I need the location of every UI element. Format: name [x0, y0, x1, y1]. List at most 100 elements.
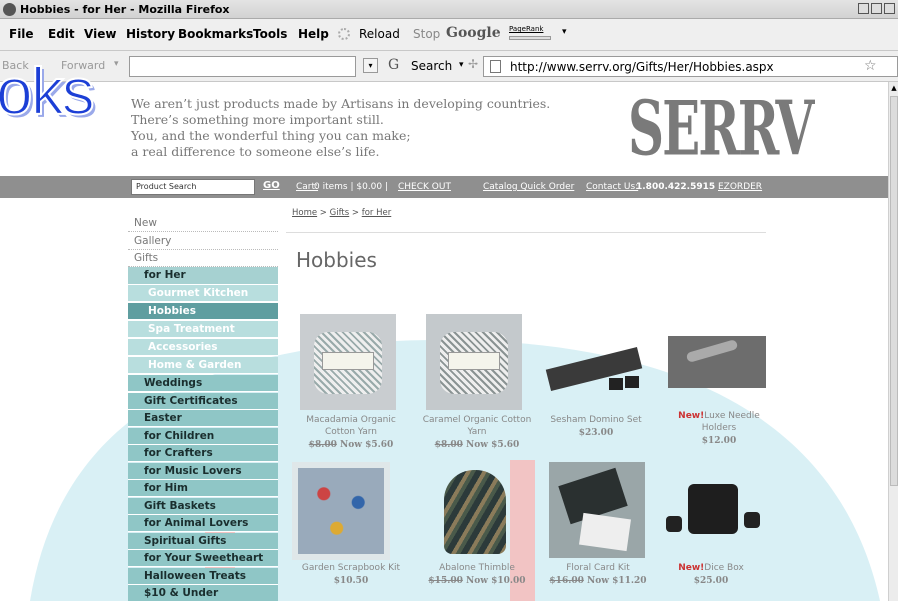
overlay-text: oks — [0, 54, 96, 128]
needle-holder-image[interactable] — [668, 336, 766, 388]
old-price: $15.00 — [428, 576, 463, 586]
sale-price: Now $5.60 — [340, 440, 394, 450]
sidebar-item-for-her[interactable]: for Her — [128, 267, 278, 284]
scrapbook-image[interactable] — [292, 462, 390, 560]
page-viewport: We aren’t just products made by Artisans… — [0, 82, 888, 601]
menu-bar: File Edit View History Bookmarks Tools H… — [0, 19, 898, 51]
sidebar-item-for-music-lovers[interactable]: for Music Lovers — [128, 463, 278, 480]
old-price: $8.00 — [308, 440, 337, 450]
new-badge: New! — [678, 411, 705, 421]
dice-box-image[interactable] — [666, 480, 762, 550]
sale-price: Now $10.00 — [466, 576, 526, 586]
sidebar-item-spa-treatment[interactable]: Spa Treatment — [128, 321, 278, 338]
scrollbar-thumb[interactable] — [890, 96, 898, 486]
menu-view[interactable]: View — [84, 27, 116, 41]
card-kit-image[interactable] — [549, 462, 645, 558]
breadcrumb-separator: > — [317, 208, 330, 218]
chevron-down-icon[interactable]: ▾ — [459, 60, 464, 70]
sidebar-item-gift-certificates[interactable]: Gift Certificates — [128, 393, 278, 410]
go-button[interactable]: GO — [263, 180, 280, 191]
minimize-icon[interactable] — [858, 3, 869, 14]
breadcrumb-gifts[interactable]: Gifts — [330, 208, 350, 218]
google-search-input[interactable] — [129, 56, 356, 77]
search-dropdown-button[interactable]: ▾ — [363, 58, 378, 73]
thimble-image[interactable] — [440, 466, 510, 558]
sidebar-item-weddings[interactable]: Weddings — [128, 375, 278, 392]
yarn-image[interactable] — [300, 314, 396, 410]
sidebar-item-for-animal-lovers[interactable]: for Animal Lovers — [128, 515, 278, 532]
title-bar: Hobbies - for Her - Mozilla Firefox — [0, 0, 898, 19]
reload-button[interactable]: Reload — [359, 27, 400, 41]
checkout-link[interactable]: CHECK OUT — [398, 182, 451, 192]
quick-order-link[interactable]: Catalog Quick Order — [483, 182, 574, 192]
pagerank-bar — [509, 36, 551, 40]
product-price: $8.00 Now $5.60 — [418, 440, 536, 450]
product-name[interactable]: New!Dice Box — [652, 562, 770, 574]
sidebar-item-hobbies[interactable]: Hobbies — [128, 303, 278, 320]
yarn-image[interactable] — [426, 314, 522, 410]
menu-history[interactable]: History — [126, 27, 175, 41]
tagline: We aren’t just products made by Artisans… — [131, 96, 550, 160]
product-name-text: Dice Box — [704, 563, 744, 573]
maximize-icon[interactable] — [871, 3, 882, 14]
sidebar-item-new[interactable]: New — [128, 215, 278, 232]
tagline-line: There’s something more important still. — [131, 112, 384, 127]
sale-price: Now $11.20 — [587, 576, 647, 586]
product-price: $12.00 — [701, 436, 737, 446]
breadcrumb-home[interactable]: Home — [292, 208, 317, 218]
product-name[interactable]: Floral Card Kit — [539, 562, 657, 574]
sidebar-item-halloween-treats[interactable]: Halloween Treats — [128, 568, 278, 585]
product-price: $10.50 — [333, 576, 369, 586]
menu-help[interactable]: Help — [298, 27, 329, 41]
chevron-down-icon[interactable]: ▾ — [114, 59, 119, 69]
google-toolbar-logo[interactable]: Google — [446, 25, 501, 41]
toolbar-icon[interactable]: ✢ — [468, 57, 478, 71]
menu-file[interactable]: File — [9, 27, 34, 41]
tagline-line: We aren’t just products made by Artisans… — [131, 96, 551, 111]
url-bar[interactable]: http://www.serrv.org/Gifts/Her/Hobbies.a… — [483, 56, 898, 77]
sidebar-item-for-children[interactable]: for Children — [128, 428, 278, 445]
menu-tools[interactable]: Tools — [253, 27, 287, 41]
product-name[interactable]: Abalone Thimble — [418, 562, 536, 574]
stop-button[interactable]: Stop — [413, 27, 440, 41]
sidebar-item-gift-baskets[interactable]: Gift Baskets — [128, 498, 278, 515]
phone-number: 1.800.422.5915 — [636, 182, 716, 192]
divider — [286, 232, 766, 233]
product-name[interactable]: Garden Scrapbook Kit — [292, 562, 410, 574]
close-icon[interactable] — [884, 3, 895, 14]
sidebar-item-10-under[interactable]: $10 & Under — [128, 585, 278, 601]
sidebar-item-spiritual-gifts[interactable]: Spiritual Gifts — [128, 533, 278, 550]
menu-bookmarks[interactable]: Bookmarks — [178, 27, 253, 41]
reload-icon[interactable] — [338, 28, 350, 40]
menu-edit[interactable]: Edit — [48, 27, 75, 41]
contact-link[interactable]: Contact Us: — [586, 182, 638, 192]
breadcrumb-separator: > — [349, 208, 362, 218]
sidebar-item-gifts[interactable]: Gifts — [128, 250, 278, 267]
product-name[interactable]: New!Luxe Needle Holders — [660, 410, 778, 434]
ezorder-link[interactable]: EZORDER — [718, 182, 762, 192]
product-price: $15.00 Now $10.00 — [418, 576, 536, 586]
scroll-up-icon[interactable]: ▲ — [890, 84, 898, 92]
sidebar-item-gourmet-kitchen[interactable]: Gourmet Kitchen — [128, 285, 278, 302]
sidebar-item-for-your-sweetheart[interactable]: for Your Sweetheart — [128, 550, 278, 567]
domino-image[interactable] — [545, 344, 645, 394]
chevron-down-icon[interactable]: ▾ — [562, 27, 567, 37]
star-icon[interactable]: ☆ — [864, 58, 877, 74]
breadcrumb-forher[interactable]: for Her — [362, 208, 392, 218]
search-button[interactable]: Search — [411, 59, 452, 73]
pagerank-label[interactable]: PageRank — [509, 25, 543, 33]
sidebar-item-for-him[interactable]: for Him — [128, 480, 278, 497]
sidebar-item-home-garden[interactable]: Home & Garden — [128, 357, 278, 374]
product-name[interactable]: Sesham Domino Set — [537, 414, 655, 426]
sidebar-item-gallery[interactable]: Gallery — [128, 233, 278, 250]
sidebar-item-for-crafters[interactable]: for Crafters — [128, 445, 278, 462]
serrv-logo[interactable]: SERRV — [628, 84, 814, 173]
sidebar-item-accessories[interactable]: Accessories — [128, 339, 278, 356]
firefox-icon — [3, 3, 16, 16]
product-search-input[interactable]: Product Search — [131, 179, 255, 195]
product-name[interactable]: Macadamia Organic Cotton Yarn — [292, 414, 410, 438]
vertical-scrollbar[interactable]: ▲ — [888, 82, 898, 601]
page-icon — [490, 60, 501, 73]
sidebar-item-easter[interactable]: Easter — [128, 410, 278, 427]
product-name[interactable]: Caramel Organic Cotton Yarn — [418, 414, 536, 438]
